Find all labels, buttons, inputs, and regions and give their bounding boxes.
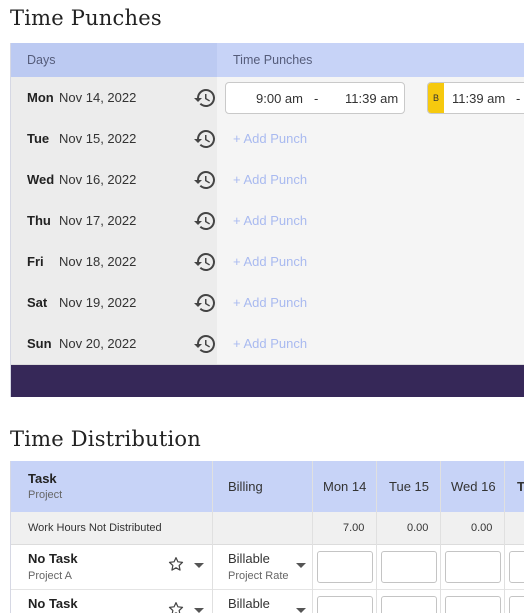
time-punches-header: Days Time Punches (11, 43, 524, 77)
history-icon[interactable] (193, 332, 217, 356)
day-column-header: Wed 16 (451, 479, 496, 494)
column-divider (312, 461, 313, 613)
column-divider (440, 461, 441, 613)
history-icon[interactable] (193, 86, 217, 110)
punch-separator: - (516, 91, 521, 106)
date-label: Nov 18, 2022 (59, 254, 137, 269)
work-hours-not-distributed-row: Work Hours Not Distributed 7.00 0.00 0.0… (11, 512, 524, 545)
date-label: Nov 20, 2022 (59, 336, 137, 351)
history-icon[interactable] (193, 209, 217, 233)
add-punch-link[interactable]: + Add Punch (233, 336, 307, 351)
day-label: Sun (27, 336, 52, 351)
date-label: Nov 15, 2022 (59, 131, 137, 146)
time-punches-title: Time Punches (10, 6, 162, 30)
day-label: Fri (27, 254, 44, 269)
hours-input[interactable] (381, 551, 437, 583)
history-icon[interactable] (193, 168, 217, 192)
add-punch-link[interactable]: + Add Punch (233, 213, 307, 228)
project-column-subheader: Project (28, 489, 63, 501)
distribution-header: Task Project Billing Mon 14 Tue 15 Wed 1… (11, 461, 524, 512)
punch-row-fri: Fri Nov 18, 2022 + Add Punch (11, 241, 524, 283)
punch-separator: - (314, 91, 319, 106)
work-hours-value: 0.00 (407, 522, 429, 534)
history-icon[interactable] (193, 291, 217, 315)
time-punches-table: Days Time Punches Mon Nov 14, 2022 9:00 … (10, 43, 524, 397)
day-label: Thu (27, 213, 51, 228)
hours-input[interactable] (317, 596, 373, 613)
history-icon[interactable] (193, 250, 217, 274)
hours-input[interactable] (317, 551, 373, 583)
billing-dropdown-caret-icon[interactable] (296, 563, 306, 568)
punch-row-sun: Sun Nov 20, 2022 + Add Punch (11, 323, 524, 365)
time-distribution-table: Task Project Billing Mon 14 Tue 15 Wed 1… (10, 461, 524, 613)
day-label: Mon (27, 90, 54, 105)
billing-rate: Project Rate (228, 570, 289, 582)
task-dropdown-caret-icon[interactable] (194, 608, 204, 613)
column-divider (376, 461, 377, 613)
project-name: Project A (28, 570, 73, 582)
punch-row-wed: Wed Nov 16, 2022 + Add Punch (11, 159, 524, 201)
work-hours-value: 7.00 (343, 522, 365, 534)
punch-row-mon: Mon Nov 14, 2022 9:00 am - 11:39 am B 11… (11, 77, 524, 119)
punch-footer-bar (11, 365, 524, 397)
distribution-row: No Task Project A Billable Project Rate (11, 545, 524, 590)
star-icon[interactable] (167, 555, 185, 573)
work-hours-label: Work Hours Not Distributed (28, 522, 162, 534)
billing-column-header: Billing (228, 479, 263, 494)
days-column-header: Days (27, 53, 56, 67)
day-label: Tue (27, 131, 50, 146)
break-punch-entry[interactable]: B 11:39 am - (427, 82, 524, 114)
punch-row-thu: Thu Nov 17, 2022 + Add Punch (11, 200, 524, 242)
hours-input[interactable] (445, 596, 501, 613)
task-dropdown-caret-icon[interactable] (194, 563, 204, 568)
distribution-row: No Task Billable (11, 590, 524, 613)
billing-value: Billable (228, 596, 270, 611)
punch-out-time: 11:39 am (345, 91, 399, 106)
star-icon[interactable] (167, 600, 185, 613)
add-punch-link[interactable]: + Add Punch (233, 131, 307, 146)
hours-input[interactable] (509, 596, 524, 613)
date-label: Nov 16, 2022 (59, 172, 137, 187)
date-label: Nov 14, 2022 (59, 90, 137, 105)
punch-row-tue: Tue Nov 15, 2022 + Add Punch (11, 118, 524, 160)
add-punch-link[interactable]: + Add Punch (233, 254, 307, 269)
date-label: Nov 17, 2022 (59, 213, 137, 228)
add-punch-link[interactable]: + Add Punch (233, 172, 307, 187)
work-hours-value: 0.00 (471, 522, 493, 534)
time-distribution-title: Time Distribution (10, 427, 201, 451)
day-column-header: Mon 14 (323, 479, 367, 494)
column-divider (212, 461, 213, 613)
add-punch-link[interactable]: + Add Punch (233, 295, 307, 310)
day-column-header: Tue 15 (389, 479, 429, 494)
hours-input[interactable] (381, 596, 437, 613)
task-name: No Task (28, 551, 78, 566)
billing-dropdown-caret-icon[interactable] (296, 608, 306, 613)
date-label: Nov 19, 2022 (59, 295, 137, 310)
column-divider (504, 461, 505, 613)
day-label: Sat (27, 295, 48, 310)
break-in-time: 11:39 am (452, 91, 506, 106)
hours-input[interactable] (445, 551, 501, 583)
task-name: No Task (28, 596, 78, 611)
history-icon[interactable] (193, 127, 217, 151)
punch-entry[interactable]: 9:00 am - 11:39 am (225, 82, 405, 114)
break-badge: B (428, 83, 444, 113)
day-label: Wed (27, 172, 55, 187)
punch-in-time: 9:00 am (256, 91, 303, 106)
day-column-header: T (517, 479, 524, 494)
task-column-header: Task (28, 471, 57, 486)
hours-input[interactable] (509, 551, 524, 583)
punch-row-sat: Sat Nov 19, 2022 + Add Punch (11, 282, 524, 324)
billing-value: Billable (228, 551, 270, 566)
time-punches-column-header: Time Punches (233, 53, 313, 67)
